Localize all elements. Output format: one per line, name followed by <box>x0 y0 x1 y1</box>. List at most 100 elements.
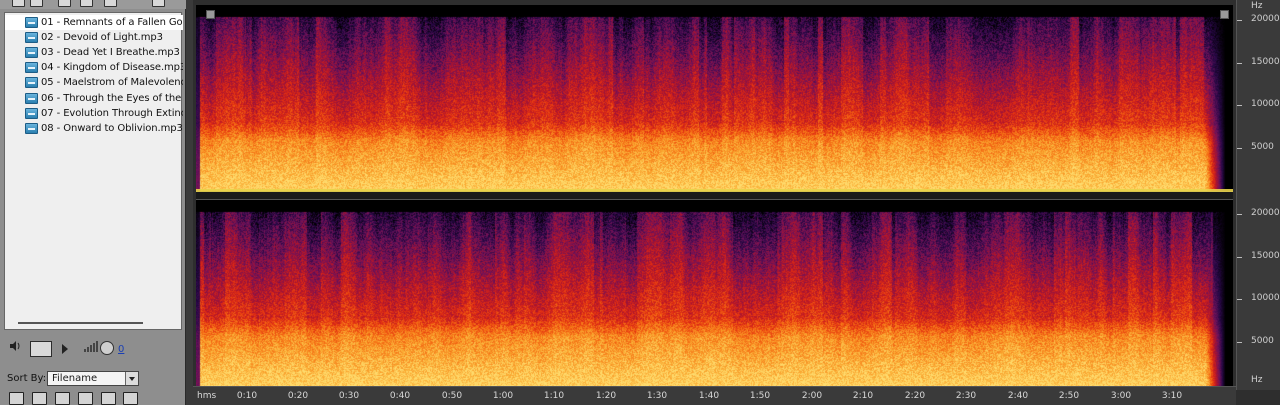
sort-row: Sort By: Filename <box>0 370 186 386</box>
freq-tick <box>1237 20 1242 21</box>
time-label: 2:10 <box>852 391 874 401</box>
audio-file-icon <box>25 108 38 119</box>
freq-tick <box>1237 214 1242 215</box>
freq-tick <box>1237 342 1242 343</box>
freq-label: 15000 <box>1251 251 1280 261</box>
time-label: 0:20 <box>287 391 309 401</box>
freq-tick <box>1237 148 1242 149</box>
open-file-icon[interactable] <box>12 0 25 7</box>
audio-file-icon <box>25 77 38 88</box>
time-label: 3:10 <box>1161 391 1183 401</box>
spectrogram-right-channel[interactable] <box>196 200 1233 386</box>
audio-file-icon <box>25 62 38 73</box>
freq-unit-label: Hz <box>1251 1 1263 11</box>
file-label: 05 - Maelstrom of Malevolence.mp3 <box>41 77 183 88</box>
freq-tick <box>1237 63 1242 64</box>
time-label: 3:00 <box>1110 391 1132 401</box>
time-label: 1:20 <box>595 391 617 401</box>
file-item-02[interactable]: 02 - Devoid of Light.mp3 <box>5 30 183 45</box>
chevron-down-icon[interactable] <box>125 372 138 385</box>
properties-icon[interactable] <box>80 0 93 7</box>
audio-file-icon <box>25 47 38 58</box>
frequency-ruler: Hz 20000 15000 10000 5000 20000 15000 10… <box>1236 0 1280 390</box>
freq-tick <box>1237 299 1242 300</box>
freq-label: 10000 <box>1251 99 1280 109</box>
sort-by-label: Sort By: <box>7 373 47 384</box>
time-label: 1:00 <box>492 391 514 401</box>
audio-file-icon <box>25 93 38 104</box>
file-item-05[interactable]: 05 - Maelstrom of Malevolence.mp3 <box>5 75 183 90</box>
files-toolbar <box>0 0 186 9</box>
file-label: 06 - Through the Eyes of the Abyss.mp3 <box>41 93 183 104</box>
audio-file-icon <box>25 17 38 28</box>
cd-icon[interactable] <box>123 392 138 405</box>
time-label: 2:30 <box>955 391 977 401</box>
channel-boundary-line <box>196 189 1233 192</box>
file-item-08[interactable]: 08 - Onward to Oblivion.mp3 <box>5 121 183 136</box>
time-label: 1:10 <box>543 391 565 401</box>
sort-by-select[interactable]: Filename <box>47 371 139 386</box>
time-label: 2:40 <box>1007 391 1029 401</box>
zoom-handle-left[interactable] <box>206 10 215 19</box>
file-item-06[interactable]: 06 - Through the Eyes of the Abyss.mp3 <box>5 91 183 106</box>
file-label: 07 - Evolution Through Extinction.mp3 <box>41 108 183 119</box>
volume-icon[interactable] <box>10 341 22 351</box>
time-label: 1:40 <box>698 391 720 401</box>
time-label: 0:50 <box>441 391 463 401</box>
time-label: 1:50 <box>749 391 771 401</box>
close-file-icon[interactable] <box>30 0 43 7</box>
freq-label: 20000 <box>1251 208 1280 218</box>
time-unit-label: hms <box>197 391 217 401</box>
time-label: 0:40 <box>389 391 411 401</box>
file-item-01[interactable]: 01 - Remnants of a Fallen God.mp3 <box>5 15 183 30</box>
pan-value[interactable]: 0 <box>118 344 124 355</box>
freq-tick <box>1237 257 1242 258</box>
time-label: 2:50 <box>1058 391 1080 401</box>
freq-label: 15000 <box>1251 57 1280 67</box>
power-icon[interactable] <box>32 392 47 405</box>
freq-label: 20000 <box>1251 14 1280 24</box>
freq-tick <box>1237 105 1242 106</box>
file-label: 01 - Remnants of a Fallen God.mp3 <box>41 17 183 28</box>
zoom-handle-right[interactable] <box>1220 10 1229 19</box>
volume-level-icon <box>84 341 98 352</box>
time-ruler[interactable]: hms 0:10 0:20 0:30 0:40 0:50 1:00 1:10 1… <box>193 386 1236 405</box>
file-label: 02 - Devoid of Light.mp3 <box>41 32 163 43</box>
record-icon[interactable] <box>78 392 93 405</box>
freq-label: 5000 <box>1251 336 1274 346</box>
file-transport-row: 0 <box>4 338 182 360</box>
file-item-07[interactable]: 07 - Evolution Through Extinction.mp3 <box>5 106 183 121</box>
file-list-scrollbar[interactable] <box>18 322 143 324</box>
time-label: 2:00 <box>801 391 823 401</box>
freq-label: 5000 <box>1251 142 1274 152</box>
file-label: 04 - Kingdom of Disease.mp3 <box>41 62 183 73</box>
file-label: 03 - Dead Yet I Breathe.mp3 <box>41 47 180 58</box>
time-label: 2:20 <box>904 391 926 401</box>
stop-icon[interactable] <box>55 392 70 405</box>
time-label: 1:30 <box>646 391 668 401</box>
spectrogram-left-channel[interactable] <box>196 5 1233 191</box>
edit-icon[interactable] <box>104 0 117 7</box>
file-label: 08 - Onward to Oblivion.mp3 <box>41 123 183 134</box>
spectral-view[interactable]: Hz 20000 15000 10000 5000 20000 15000 10… <box>193 0 1280 405</box>
marker-icon[interactable] <box>101 392 116 405</box>
audio-file-icon <box>25 123 38 134</box>
audio-file-icon <box>25 32 38 43</box>
file-item-04[interactable]: 04 - Kingdom of Disease.mp3 <box>5 60 183 75</box>
channel-divider <box>196 191 1233 200</box>
group-icon[interactable] <box>9 392 24 405</box>
freq-label: 10000 <box>1251 293 1280 303</box>
new-window-icon[interactable] <box>152 0 165 7</box>
time-label: 0:10 <box>236 391 258 401</box>
freq-unit-label: Hz <box>1251 375 1263 385</box>
spectrogram-canvas[interactable] <box>196 200 1233 386</box>
play-icon[interactable] <box>62 344 68 354</box>
sort-by-value: Filename <box>52 373 98 384</box>
files-bottom-toolbar <box>5 390 185 405</box>
spectrogram-canvas[interactable] <box>196 5 1233 191</box>
pan-knob[interactable] <box>100 341 114 355</box>
file-item-03[interactable]: 03 - Dead Yet I Breathe.mp3 <box>5 45 183 60</box>
import-icon[interactable] <box>58 0 71 7</box>
loop-button[interactable] <box>30 341 52 357</box>
file-list[interactable]: 01 - Remnants of a Fallen God.mp3 02 - D… <box>4 12 183 330</box>
